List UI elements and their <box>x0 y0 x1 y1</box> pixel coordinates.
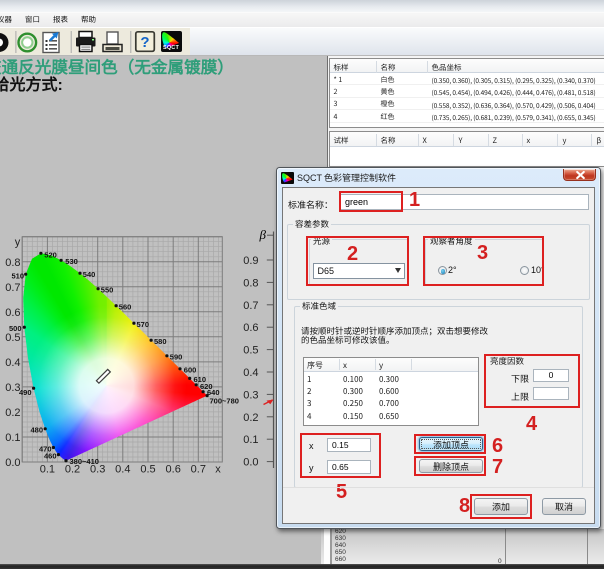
svg-text:700~780: 700~780 <box>210 397 239 406</box>
svg-text:570: 570 <box>137 320 150 329</box>
svg-text:380~410: 380~410 <box>70 457 99 466</box>
svg-text:550: 550 <box>101 286 114 295</box>
svg-text:520: 520 <box>44 251 57 260</box>
svg-text:580: 580 <box>154 337 167 346</box>
svg-text:540: 540 <box>83 270 96 279</box>
svg-text:510: 510 <box>11 271 24 280</box>
svg-text:590: 590 <box>170 353 183 362</box>
svg-text:560: 560 <box>119 303 132 312</box>
svg-text:500: 500 <box>9 324 22 333</box>
svg-text:530: 530 <box>65 257 78 266</box>
svg-text:490: 490 <box>19 388 32 397</box>
svg-text:460: 460 <box>44 452 57 461</box>
svg-text:480: 480 <box>30 426 43 435</box>
svg-text:600: 600 <box>184 366 197 375</box>
